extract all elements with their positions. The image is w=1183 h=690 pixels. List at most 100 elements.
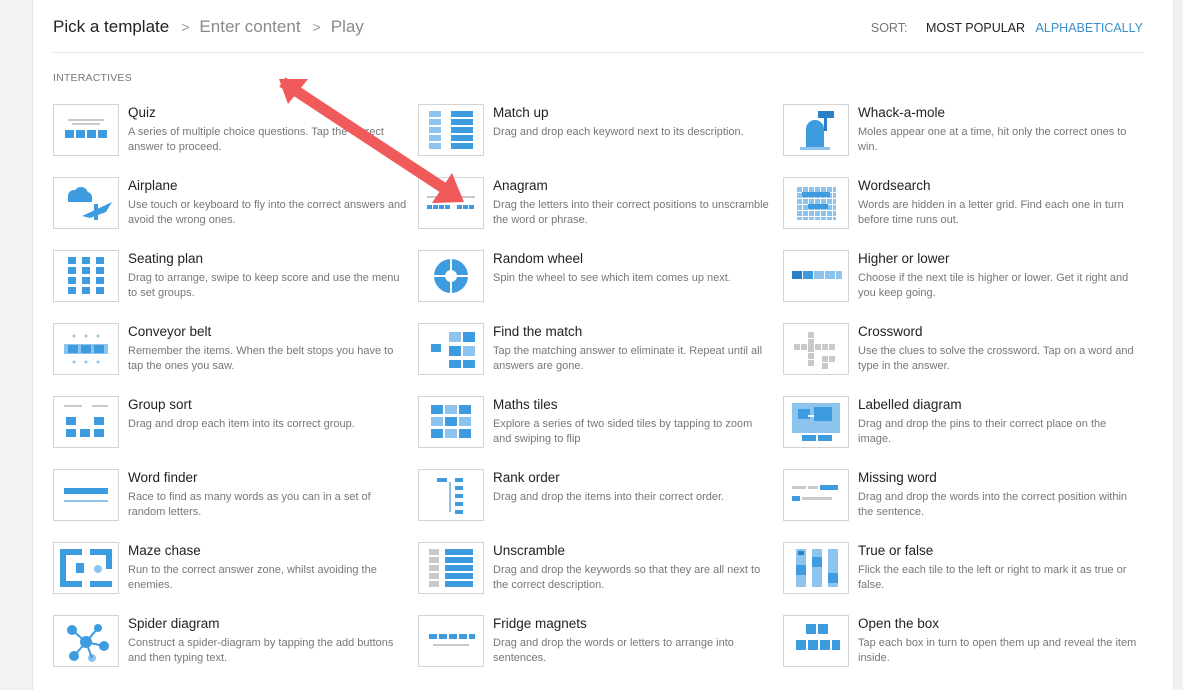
find-the-match-icon <box>418 323 484 375</box>
template-card-quiz[interactable]: Quiz A series of multiple choice question… <box>53 104 413 164</box>
template-title: Fridge magnets <box>493 616 587 631</box>
maze-chase-icon <box>53 542 119 594</box>
template-description: Drag and drop the words or letters to ar… <box>493 637 734 664</box>
template-description: Words are hidden in a letter grid. Find … <box>858 199 1124 226</box>
template-card-seating-plan[interactable]: Seating plan Drag to arrange, swipe to ke… <box>53 250 413 310</box>
maths-tiles-icon <box>418 396 484 448</box>
breadcrumb-step-play: Play <box>330 17 364 36</box>
breadcrumb: Pick a template > Enter content > Play <box>53 17 364 37</box>
seating-plan-icon <box>53 250 119 302</box>
template-card-crossword[interactable]: Crossword Use the clues to solve the cros… <box>783 323 1143 383</box>
template-card-rank-order[interactable]: Rank order Drag and drop the items into t… <box>418 469 778 529</box>
template-description: Drag and drop each item into its correct… <box>128 418 355 430</box>
sort-alphabetically-link[interactable]: ALPHABETICALLY <box>1036 21 1143 35</box>
template-card-random-wheel[interactable]: Random wheel Spin the wheel to see which … <box>418 250 778 310</box>
template-title: Conveyor belt <box>128 324 212 339</box>
template-description: Drag to arrange, swipe to keep score and… <box>128 272 400 299</box>
template-title: Labelled diagram <box>858 397 962 412</box>
breadcrumb-separator: > <box>181 19 190 35</box>
template-title: Anagram <box>493 178 548 193</box>
template-description: Drag and drop the words into the correct… <box>858 491 1128 518</box>
sort-controls: SORT: MOST POPULAR ALPHABETICALLY <box>871 21 1143 35</box>
sort-label: SORT: <box>870 21 908 35</box>
breadcrumb-step-enter-content: Enter content <box>199 17 301 36</box>
template-card-true-or-false[interactable]: True or false Flick the each tile to the … <box>783 542 1143 602</box>
template-description: A series of multiple choice questions. T… <box>128 126 384 153</box>
template-card-fridge-magnets[interactable]: Fridge magnets Drag and drop the words or… <box>418 615 778 675</box>
template-description: Construct a spider-diagram by tapping th… <box>128 637 394 664</box>
template-description: Remember the items. When the belt stops … <box>128 345 394 372</box>
template-description: Tap each box in turn to open them up and… <box>858 637 1137 664</box>
template-card-higher-or-lower[interactable]: Higher or lower Choose if the next tile i… <box>783 250 1143 310</box>
template-description: Drag and drop the pins to their correct … <box>858 418 1107 445</box>
random-wheel-icon <box>418 250 484 302</box>
spider-diagram-icon <box>53 615 119 667</box>
template-card-word-finder[interactable]: Word finder Race to find as many words as… <box>53 469 413 529</box>
template-title: Rank order <box>493 470 560 485</box>
higher-or-lower-icon <box>783 250 849 302</box>
wordsearch-icon <box>783 177 849 229</box>
template-title: Maze chase <box>128 543 201 558</box>
template-card-spider-diagram[interactable]: Spider diagram Construct a spider-diagram… <box>53 615 413 675</box>
sort-most-popular-link[interactable]: MOST POPULAR <box>926 21 1025 35</box>
template-title: Find the match <box>493 324 583 339</box>
quiz-icon <box>53 104 119 156</box>
template-description: Use touch or keyboard to fly into the co… <box>128 199 407 226</box>
template-card-anagram[interactable]: Anagram Drag the letters into their corre… <box>418 177 778 237</box>
group-sort-icon <box>53 396 119 448</box>
template-card-missing-word[interactable]: Missing word Drag and drop the words into… <box>783 469 1143 529</box>
template-card-airplane[interactable]: Airplane Use touch or keyboard to fly int… <box>53 177 413 237</box>
template-card-open-the-box[interactable]: Open the box Tap each box in turn to open… <box>783 615 1143 675</box>
missing-word-icon <box>783 469 849 521</box>
template-title: True or false <box>858 543 934 558</box>
airplane-icon <box>53 177 119 229</box>
template-title: Missing word <box>858 470 937 485</box>
true-or-false-icon <box>783 542 849 594</box>
template-title: Random wheel <box>493 251 584 266</box>
template-title: Higher or lower <box>858 251 950 266</box>
template-title: Match up <box>493 105 549 120</box>
breadcrumb-step-pick-template: Pick a template <box>53 17 170 36</box>
template-card-labelled-diagram[interactable]: Labelled diagram Drag and drop the pins t… <box>783 396 1143 456</box>
template-description: Drag and drop the items into their corre… <box>493 491 725 503</box>
template-description: Run to the correct answer zone, whilst a… <box>128 564 377 591</box>
template-card-whack-a-mole[interactable]: Whack-a-mole Moles appear one at a time, … <box>783 104 1143 164</box>
open-the-box-icon <box>783 615 849 667</box>
section-title: INTERACTIVES <box>53 72 132 84</box>
match-up-icon <box>418 104 484 156</box>
template-title: Airplane <box>128 178 178 193</box>
template-description: Drag and drop each keyword next to its d… <box>493 126 744 138</box>
breadcrumb-separator: > <box>312 19 321 35</box>
template-description: Spin the wheel to see which item comes u… <box>493 272 731 284</box>
template-card-conveyor-belt[interactable]: Conveyor belt Remember the items. When th… <box>53 323 413 383</box>
template-title: Seating plan <box>128 251 204 266</box>
template-description: Tap the matching answer to eliminate it.… <box>493 345 763 372</box>
template-title: Unscramble <box>493 543 566 558</box>
template-description: Explore a series of two sided tiles by t… <box>493 418 753 445</box>
template-description: Race to find as many words as you can in… <box>128 491 371 518</box>
template-card-match-up[interactable]: Match up Drag and drop each keyword next … <box>418 104 778 164</box>
template-description: Drag the letters into their correct posi… <box>493 199 769 226</box>
conveyor-belt-icon <box>53 323 119 375</box>
template-card-wordsearch[interactable]: Wordsearch Words are hidden in a letter g… <box>783 177 1143 237</box>
rank-order-icon <box>418 469 484 521</box>
template-card-unscramble[interactable]: Unscramble Drag and drop the keywords so … <box>418 542 778 602</box>
template-description: Flick the each tile to the left or right… <box>858 564 1127 591</box>
header: Pick a template > Enter content > Play SORT:… <box>53 0 1143 53</box>
template-panel: Pick a template > Enter content > Play SORT:… <box>32 0 1174 690</box>
fridge-magnets-icon <box>418 615 484 667</box>
template-title: Spider diagram <box>128 616 220 631</box>
template-description: Use the clues to solve the crossword. Ta… <box>858 345 1134 372</box>
template-card-group-sort[interactable]: Group sort Drag and drop each item into i… <box>53 396 413 456</box>
template-title: Open the box <box>858 616 940 631</box>
crossword-icon <box>783 323 849 375</box>
template-card-find-the-match[interactable]: Find the match Tap the matching answer to… <box>418 323 778 383</box>
template-card-maze-chase[interactable]: Maze chase Run to the correct answer zone… <box>53 542 413 602</box>
template-title: Wordsearch <box>858 178 931 193</box>
template-description: Moles appear one at a time, hit only the… <box>858 126 1127 153</box>
template-description: Choose if the next tile is higher or low… <box>858 272 1129 299</box>
labelled-diagram-icon <box>783 396 849 448</box>
template-title: Whack-a-mole <box>858 105 946 120</box>
anagram-icon <box>418 177 484 229</box>
template-card-maths-tiles[interactable]: Maths tiles Explore a series of two sided… <box>418 396 778 456</box>
